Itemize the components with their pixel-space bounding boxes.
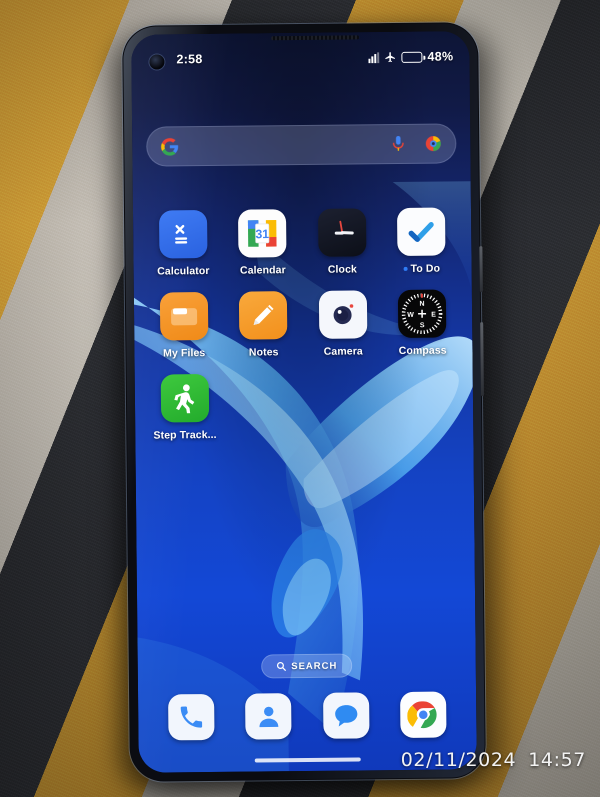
app-row: My Files Notes Camera N W E S Compass	[144, 289, 463, 359]
compass-east: E	[431, 312, 436, 319]
calculator-icon[interactable]	[158, 210, 208, 259]
magnifier-icon	[276, 661, 286, 671]
app-label: To Do	[403, 263, 440, 275]
compass-south: S	[420, 322, 425, 329]
google-lens-icon[interactable]	[424, 135, 442, 153]
dock-item-phone[interactable]	[152, 693, 230, 741]
app-label: Step Track...	[153, 428, 217, 442]
person-icon[interactable]	[245, 693, 292, 740]
todo-icon[interactable]	[397, 207, 446, 257]
front-camera-punch-hole	[149, 54, 165, 70]
google-g-icon[interactable]	[160, 137, 179, 156]
app-row: Step Track...	[145, 371, 464, 442]
app-my-files[interactable]: My Files	[144, 292, 224, 360]
photo-scene: 2:58 48% Calculator 31 Calendar Clock To…	[0, 0, 600, 797]
google-search-widget[interactable]	[146, 123, 457, 167]
app-camera[interactable]: Camera	[303, 290, 383, 358]
dock-item-contacts[interactable]	[230, 693, 308, 740]
battery-percent-label: 48%	[427, 49, 454, 64]
app-todo[interactable]: To Do	[381, 207, 461, 275]
status-bar-indicators: 48%	[368, 49, 453, 64]
app-label: My Files	[163, 347, 206, 360]
watermark-date: 02/11/2024	[400, 749, 517, 771]
phone-screen[interactable]: 2:58 48% Calculator 31 Calendar Clock To…	[131, 31, 477, 773]
phone-device: 2:58 48% Calculator 31 Calendar Clock To…	[122, 22, 486, 782]
camera-icon[interactable]	[318, 290, 368, 339]
app-label: Notes	[248, 346, 279, 359]
dock-item-messages[interactable]	[307, 692, 385, 739]
compass-icon[interactable]: N W E S	[398, 289, 447, 339]
app-label: Camera	[323, 345, 363, 358]
app-clock[interactable]: Clock	[302, 208, 382, 276]
search-pill-label: SEARCH	[291, 660, 338, 672]
speech-bubble-icon[interactable]	[322, 692, 370, 739]
search-pill-button[interactable]: SEARCH	[261, 653, 353, 679]
chrome-icon[interactable]	[400, 691, 447, 739]
status-bar: 2:58 48%	[131, 45, 469, 71]
compass-north: N	[420, 301, 425, 308]
app-calculator[interactable]: Calculator	[143, 210, 223, 278]
app-label: Calendar	[239, 264, 286, 277]
dock-item-chrome[interactable]	[385, 691, 463, 739]
app-grid: Calculator 31 Calendar Clock To Do My Fi…	[133, 207, 474, 457]
clock-icon[interactable]	[317, 208, 367, 257]
phone-handset-icon[interactable]	[167, 693, 215, 741]
calendar-icon[interactable]: 31	[238, 209, 287, 258]
status-bar-clock: 2:58	[176, 52, 203, 67]
battery-icon	[401, 51, 423, 63]
airplane-mode-icon	[384, 51, 396, 63]
todo-badge-dot	[403, 266, 408, 271]
app-label: Compass	[398, 344, 447, 358]
power-button[interactable]	[479, 246, 483, 293]
app-row: Calculator 31 Calendar Clock To Do	[143, 207, 462, 278]
watermark-time: 14:57	[528, 749, 586, 771]
app-label: Calculator	[157, 264, 210, 278]
walking-person-icon[interactable]	[160, 373, 209, 423]
folder-icon[interactable]	[159, 292, 209, 341]
microphone-icon[interactable]	[390, 135, 406, 153]
compass-west: W	[408, 312, 415, 319]
app-step-tracker[interactable]: Step Track...	[145, 373, 225, 442]
signal-icon	[368, 51, 380, 63]
photo-timestamp-watermark: 02/11/2024 14:57	[401, 749, 586, 771]
app-notes[interactable]: Notes	[223, 291, 303, 359]
app-label: Clock	[327, 263, 357, 276]
calendar-date-number: 31	[256, 227, 270, 241]
app-calendar[interactable]: 31 Calendar	[222, 209, 302, 277]
dock	[138, 691, 476, 741]
pencil-icon[interactable]	[239, 291, 288, 340]
app-compass[interactable]: N W E S Compass	[382, 289, 462, 357]
